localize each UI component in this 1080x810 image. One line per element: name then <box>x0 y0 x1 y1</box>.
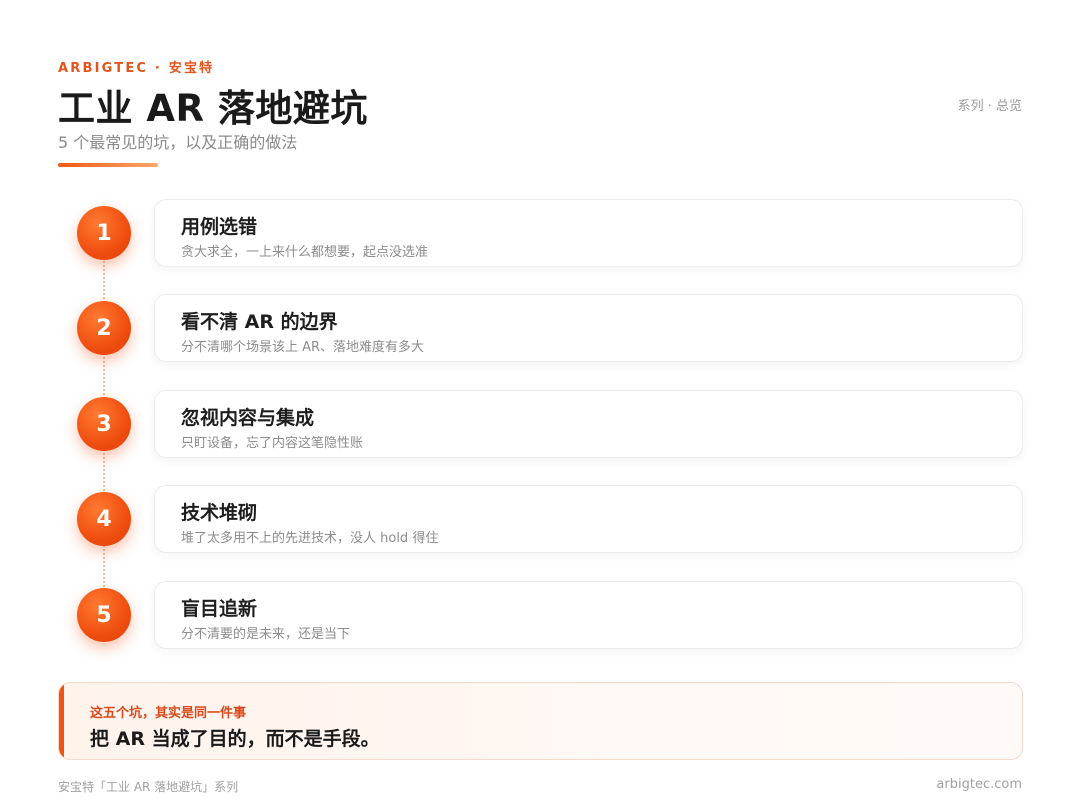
title-accent-bar <box>58 163 158 167</box>
summary-callout: 这五个坑，其实是同一件事 把 AR 当成了目的，而不是手段。 <box>58 682 1023 760</box>
pitfall-title: 看不清 AR 的边界 <box>181 311 338 333</box>
number-badge: 5 <box>77 588 131 642</box>
pitfall-card: 看不清 AR 的边界 分不清哪个场景该上 AR、落地难度有多大 <box>154 294 1023 362</box>
number-badge: 2 <box>77 301 131 355</box>
callout-label: 这五个坑，其实是同一件事 <box>90 706 247 721</box>
callout-accent-stripe <box>59 683 64 759</box>
pitfall-item-1: 1 用例选错 贪大求全，一上来什么都想要，起点没选准 <box>0 199 1080 267</box>
number-badge: 4 <box>77 492 131 546</box>
footer-series-name: 安宝特「工业 AR 落地避坑」系列 <box>58 780 239 794</box>
series-tag: 系列 · 总览 <box>957 99 1022 114</box>
callout-text: 把 AR 当成了目的，而不是手段。 <box>90 728 380 750</box>
pitfall-description: 堆了太多用不上的先进技术，没人 hold 得住 <box>181 531 439 546</box>
pitfall-description: 只盯设备，忘了内容这笔隐性账 <box>181 436 364 451</box>
pitfall-title: 盲目追新 <box>181 598 258 620</box>
pitfall-description: 分不清要的是未来，还是当下 <box>181 627 351 642</box>
pitfall-description: 分不清哪个场景该上 AR、落地难度有多大 <box>181 340 425 355</box>
page-title: 工业 AR 落地避坑 <box>58 87 368 130</box>
pitfall-card: 盲目追新 分不清要的是未来，还是当下 <box>154 581 1023 649</box>
pitfall-description: 贪大求全，一上来什么都想要，起点没选准 <box>181 245 429 260</box>
page-subtitle: 5 个最常见的坑，以及正确的做法 <box>58 133 298 152</box>
pitfall-card: 用例选错 贪大求全，一上来什么都想要，起点没选准 <box>154 199 1023 267</box>
number-badge: 3 <box>77 397 131 451</box>
pitfall-title: 用例选错 <box>181 216 258 238</box>
pitfall-title: 忽视内容与集成 <box>181 407 315 429</box>
brand-label: ARBIGTEC · 安宝特 <box>58 61 215 76</box>
pitfall-card: 技术堆砌 堆了太多用不上的先进技术，没人 hold 得住 <box>154 485 1023 553</box>
footer-website: arbigtec.com <box>936 777 1022 792</box>
number-badge: 1 <box>77 206 131 260</box>
pitfall-item-3: 3 忽视内容与集成 只盯设备，忘了内容这笔隐性账 <box>0 390 1080 458</box>
pitfall-title: 技术堆砌 <box>181 502 258 524</box>
pitfall-item-4: 4 技术堆砌 堆了太多用不上的先进技术，没人 hold 得住 <box>0 485 1080 553</box>
pitfall-card: 忽视内容与集成 只盯设备，忘了内容这笔隐性账 <box>154 390 1023 458</box>
pitfall-item-5: 5 盲目追新 分不清要的是未来，还是当下 <box>0 581 1080 649</box>
pitfall-item-2: 2 看不清 AR 的边界 分不清哪个场景该上 AR、落地难度有多大 <box>0 294 1080 362</box>
